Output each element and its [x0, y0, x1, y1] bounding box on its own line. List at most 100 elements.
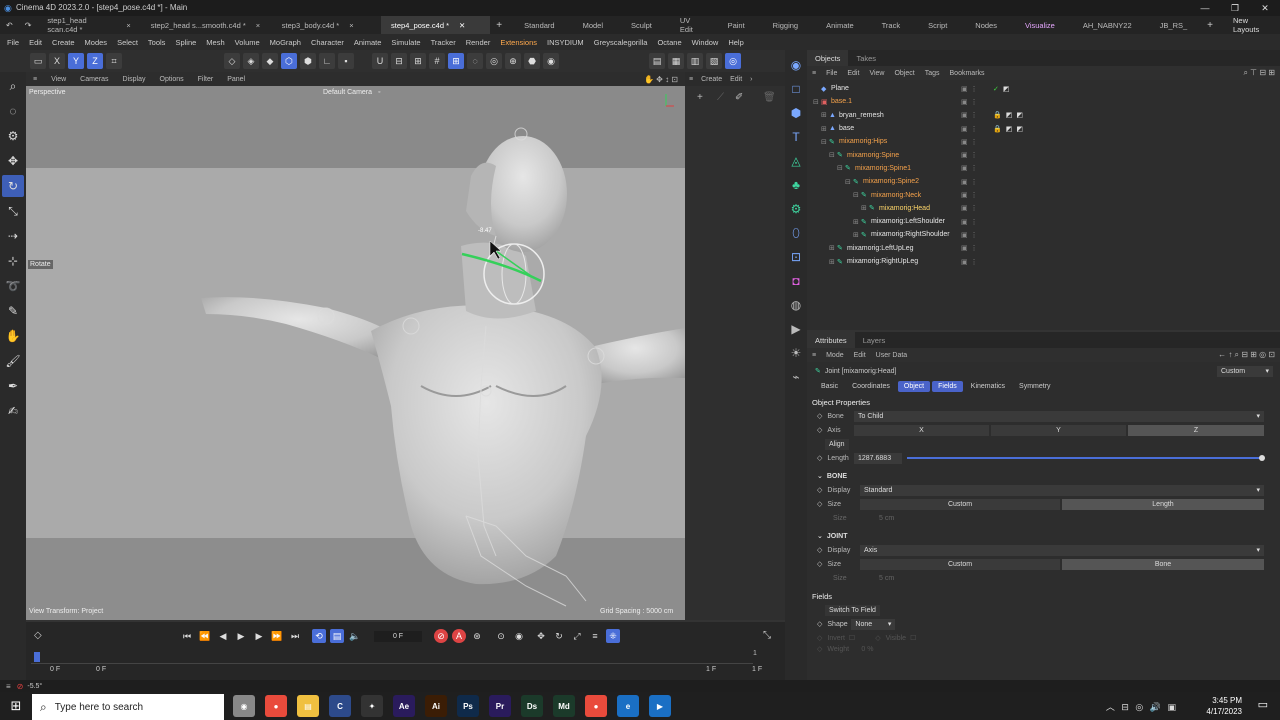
keyframe-diamond-icon[interactable]: ◇: [817, 560, 822, 568]
render-queue-icon[interactable]: ▧: [706, 53, 722, 69]
loop-icon[interactable]: ⟲: [312, 629, 326, 643]
joint-size-custom-option[interactable]: Custom: [860, 558, 1060, 570]
visibility-dots-icon[interactable]: ⋮: [971, 98, 978, 106]
tag-icon[interactable]: ◩: [1003, 85, 1010, 93]
subtab-coordinates[interactable]: Coordinates: [846, 381, 896, 392]
pla-key-icon[interactable]: ⁜: [606, 629, 620, 643]
layer-icon[interactable]: ▣: [961, 231, 968, 239]
edges-mode-icon[interactable]: ◈: [243, 53, 259, 69]
edit-render-settings-icon[interactable]: ▥: [687, 53, 703, 69]
3d-viewport[interactable]: Perspective Default Camera ◦ Rotate -8.4…: [26, 86, 685, 620]
object-name[interactable]: mixamorig:Neck: [871, 192, 921, 199]
object-name[interactable]: mixamorig:LeftShoulder: [871, 218, 945, 225]
visibility-flags[interactable]: ▣ ⋮: [961, 204, 978, 212]
tag-icon[interactable]: ◩: [1006, 111, 1013, 119]
layer-icon[interactable]: ▣: [961, 85, 968, 93]
length-slider-handle[interactable]: [1259, 455, 1265, 461]
object-name[interactable]: bryan_remesh: [839, 112, 884, 119]
menu-edit[interactable]: Edit: [24, 38, 47, 47]
points-mode-icon[interactable]: ◇: [224, 53, 240, 69]
layout-tab[interactable]: Model: [569, 16, 617, 34]
position-key-icon[interactable]: ⊙: [494, 629, 508, 643]
timeline-start-frame[interactable]: 0 F: [50, 666, 60, 673]
coordinate-system-icon[interactable]: ⌗: [106, 53, 122, 69]
search-icon[interactable]: ⌕: [2, 75, 24, 97]
object-row[interactable]: ⊟ ▣ base.1 ▣ ⋮: [807, 95, 1280, 108]
pipette-icon[interactable]: ✐: [735, 92, 743, 103]
viewport-menu-panel[interactable]: Panel: [220, 76, 252, 83]
visibility-dots-icon[interactable]: ⋮: [971, 218, 978, 226]
magnet-icon[interactable]: U: [372, 53, 388, 69]
object-row[interactable]: ⊞ ✎ mixamorig:LeftUpLeg ▣ ⋮: [807, 242, 1280, 255]
doc-tab[interactable]: step1_head scan.c4d * ×: [37, 16, 140, 34]
y-axis-lock-icon[interactable]: Y: [68, 53, 84, 69]
keyframe-diamond-icon[interactable]: ◇: [817, 454, 822, 462]
visibility-dots-icon[interactable]: ⋮: [971, 244, 978, 252]
knife-icon[interactable]: ✎: [2, 300, 24, 322]
object-row[interactable]: ⊞ ▲ bryan_remesh ▣ ⋮ 🔒 ◩ ◩: [807, 109, 1280, 122]
menu-create[interactable]: Create: [47, 38, 80, 47]
layout-tab[interactable]: Animate: [812, 16, 868, 34]
taskbar-app-icon[interactable]: ▤: [297, 695, 319, 717]
object-name[interactable]: base: [839, 125, 854, 132]
object-name[interactable]: base.1: [831, 98, 852, 105]
lock-workplane-icon[interactable]: ◌: [467, 53, 483, 69]
trash-icon[interactable]: 🗑: [763, 92, 776, 103]
taskbar-app-icon[interactable]: Ae: [393, 695, 415, 717]
axis-mode-icon[interactable]: ∟: [319, 53, 335, 69]
layer-icon[interactable]: ▣: [961, 244, 968, 252]
object-row[interactable]: ⊟ ✎ mixamorig:Hips ▣ ⋮: [807, 135, 1280, 148]
shape-dropdown[interactable]: None ▾: [851, 618, 896, 630]
lock-icon[interactable]: 🔒: [993, 111, 1002, 119]
fields-icon[interactable]: ◘: [787, 272, 805, 290]
visibility-dots-icon[interactable]: ⋮: [971, 178, 978, 186]
layer-icon[interactable]: ▣: [961, 138, 968, 146]
record-active-icon[interactable]: ⊘: [434, 629, 448, 643]
visibility-dots-icon[interactable]: ⋮: [971, 204, 978, 212]
attributes-menu-mode[interactable]: Mode: [821, 352, 849, 359]
param-key-icon[interactable]: ≡: [588, 629, 602, 643]
axis-z-option[interactable]: Z: [1128, 424, 1264, 436]
object-row[interactable]: ⊟ ✎ mixamorig:Spine ▣ ⋮: [807, 148, 1280, 161]
menu-volume[interactable]: Volume: [230, 38, 265, 47]
redo-icon[interactable]: ↷: [19, 21, 38, 30]
layout-tab[interactable]: Visualize: [1011, 16, 1069, 34]
size-custom-option[interactable]: Custom: [860, 498, 1060, 510]
tab-objects[interactable]: Objects: [807, 50, 849, 66]
camera-name[interactable]: Default Camera: [323, 89, 372, 96]
viewport-menu-icon[interactable]: ≡: [26, 76, 44, 83]
object-name[interactable]: Plane: [831, 85, 849, 92]
check-icon[interactable]: ✓: [993, 85, 999, 93]
expand-toggle-icon[interactable]: ⊞: [853, 218, 861, 226]
spline-icon[interactable]: ⬯: [787, 224, 805, 242]
taskbar-app-icon[interactable]: ✦: [361, 695, 383, 717]
menu-select[interactable]: Select: [112, 38, 143, 47]
layout-tab[interactable]: AH_NABNY22: [1069, 16, 1146, 34]
axis-y-option[interactable]: Y: [991, 424, 1126, 436]
deformer-icon[interactable]: ◬: [787, 152, 805, 170]
object-row[interactable]: ⊞ ▲ base ▣ ⋮ 🔒 ◩ ◩: [807, 122, 1280, 135]
visibility-dots-icon[interactable]: ⋮: [971, 191, 978, 199]
panel-more-icon[interactable]: ›: [746, 76, 756, 83]
tag-icon[interactable]: ◩: [1016, 125, 1023, 133]
layer-icon[interactable]: ▣: [961, 204, 968, 212]
taskbar-app-icon[interactable]: Pr: [489, 695, 511, 717]
visibility-dots-icon[interactable]: ⋮: [971, 125, 978, 133]
layout-tab[interactable]: JB_RS_: [1146, 16, 1202, 34]
playhead[interactable]: [34, 652, 40, 662]
render-view-icon[interactable]: ▭: [30, 53, 46, 69]
objects-menu-object[interactable]: Object: [889, 70, 919, 77]
scale-key-tool-icon[interactable]: ⤢: [570, 629, 584, 643]
visibility-dots-icon[interactable]: ⋮: [971, 231, 978, 239]
prev-frame-icon[interactable]: ◀: [216, 629, 230, 643]
object-name[interactable]: mixamorig:Head: [879, 205, 930, 212]
doc-tab-active[interactable]: step4_pose.c4d * ✕: [381, 16, 491, 34]
solo-icon[interactable]: ⊕: [505, 53, 521, 69]
menu-mesh[interactable]: Mesh: [201, 38, 229, 47]
taskbar-search[interactable]: ⌕ Type here to search: [32, 694, 224, 720]
tag-icon[interactable]: ⌁: [787, 368, 805, 386]
visibility-flags[interactable]: ▣ ⋮: [961, 191, 978, 199]
wand-icon[interactable]: ⟋: [717, 92, 724, 103]
object-tags[interactable]: 🔒 ◩ ◩: [993, 125, 1023, 133]
invert-checkbox[interactable]: ☐: [849, 634, 855, 642]
